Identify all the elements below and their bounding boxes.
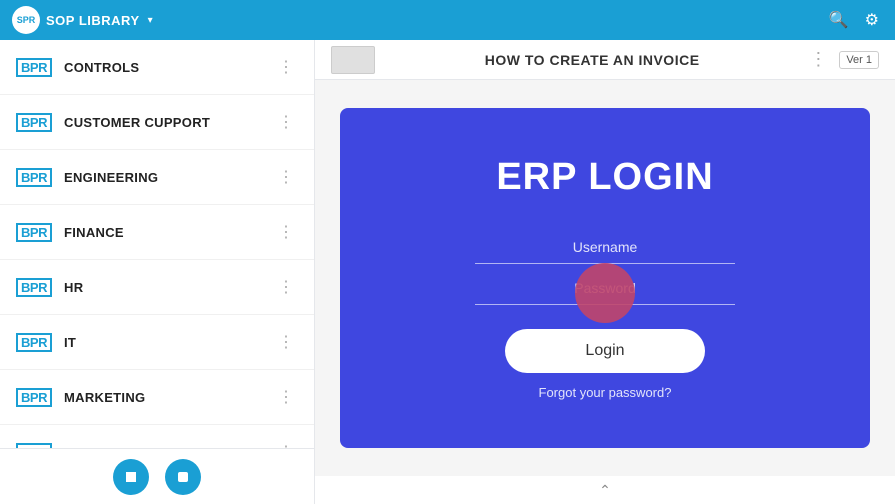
version-badge: Ver 1 [839,51,879,69]
sidebar-item-menu-dots[interactable]: ⋮ [274,385,298,409]
stop-button[interactable] [113,459,149,495]
erp-login-slide: ERP LOGIN Login Forgot your password? [340,108,870,448]
erp-login-title: ERP LOGIN [496,156,713,199]
navbar-title: SOP LIBRARY [46,13,140,28]
sidebar-item-it[interactable]: BPR IT ⋮ [0,315,314,370]
logo-area: SPR SOP LIBRARY ▾ [12,6,153,34]
settings-icon[interactable]: ⚙ [861,6,883,34]
sidebar-item-menu-dots[interactable]: ⋮ [274,440,298,448]
bpr-logo: BPR [16,109,52,135]
content-area: HOW TO CREATE AN INVOICE ⋮ Ver 1 ERP LOG… [315,40,895,504]
content-header: HOW TO CREATE AN INVOICE ⋮ Ver 1 [315,40,895,80]
slide-thumbnail [331,46,375,74]
sidebar-item-menu-dots[interactable]: ⋮ [274,275,298,299]
bpr-logo: BPR [16,439,52,448]
sidebar-item-engineering[interactable]: BPR ENGINEERING ⋮ [0,150,314,205]
sidebar-item-label: CUSTOMER CUPPORT [64,115,262,130]
bpr-logo: BPR [16,219,52,245]
sidebar-item-menu-dots[interactable]: ⋮ [274,55,298,79]
sidebar-item-finance[interactable]: BPR FINANCE ⋮ [0,205,314,260]
more-options-icon[interactable]: ⋮ [809,49,827,70]
logo-text: SPR [17,15,36,25]
navbar: SPR SOP LIBRARY ▾ 🔍 ⚙ [0,0,895,40]
bpr-logo: BPR [16,274,52,300]
record-button[interactable] [165,459,201,495]
user-avatar-circle [575,263,635,323]
logo-icon: SPR [12,6,40,34]
sidebar-item-label: FINANCE [64,225,262,240]
sidebar-item-marketing[interactable]: BPR MARKETING ⋮ [0,370,314,425]
sidebar-item-menu-dots[interactable]: ⋮ [274,165,298,189]
sidebar-list: BPR CONTROLS ⋮ BPR CUSTOMER CUPPORT ⋮ BP… [0,40,314,448]
bpr-logo: BPR [16,384,52,410]
slide-footer: ⌃ [315,476,895,504]
login-button[interactable]: Login [505,329,705,373]
sidebar-item-label: MARKETING [64,390,262,405]
sidebar-item-label: ENGINEERING [64,170,262,185]
chevron-up-icon[interactable]: ⌃ [599,482,611,499]
sidebar-item-label: CONTROLS [64,60,262,75]
page-title: HOW TO CREATE AN INVOICE [387,52,797,68]
sidebar-item-sales[interactable]: BPR SALES ⋮ [0,425,314,448]
sidebar-item-controls[interactable]: BPR CONTROLS ⋮ [0,40,314,95]
sidebar-item-label: IT [64,335,262,350]
main-content: BPR CONTROLS ⋮ BPR CUSTOMER CUPPORT ⋮ BP… [0,40,895,504]
sidebar-item-menu-dots[interactable]: ⋮ [274,220,298,244]
sidebar-footer [0,448,314,504]
forgot-password-link[interactable]: Forgot your password? [539,385,672,400]
bpr-logo: BPR [16,329,52,355]
bpr-logo: BPR [16,164,52,190]
search-icon[interactable]: 🔍 [825,6,853,34]
sidebar-item-label: HR [64,280,262,295]
sidebar-item-hr[interactable]: BPR HR ⋮ [0,260,314,315]
bpr-logo: BPR [16,54,52,80]
sidebar: BPR CONTROLS ⋮ BPR CUSTOMER CUPPORT ⋮ BP… [0,40,315,504]
username-input[interactable] [475,231,735,264]
sidebar-item-menu-dots[interactable]: ⋮ [274,110,298,134]
sidebar-item-customer-support[interactable]: BPR CUSTOMER CUPPORT ⋮ [0,95,314,150]
slide-container: ERP LOGIN Login Forgot your password? [315,80,895,476]
sidebar-item-menu-dots[interactable]: ⋮ [274,330,298,354]
navbar-dropdown-icon[interactable]: ▾ [148,15,153,26]
